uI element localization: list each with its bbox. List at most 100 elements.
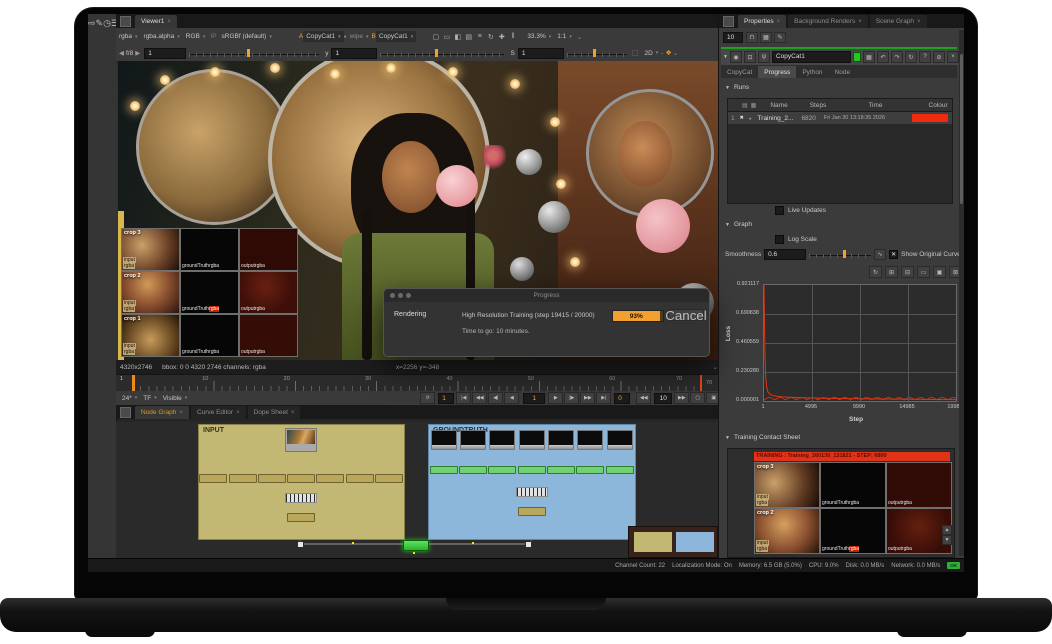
playback-mode-button[interactable]: ⟳ bbox=[420, 392, 435, 404]
cancel-button[interactable]: Cancel bbox=[668, 309, 704, 321]
grade-node-groundtruth-3[interactable] bbox=[488, 466, 516, 474]
frame-y-icon[interactable]: ▣ bbox=[933, 266, 946, 278]
grid-runs-icon[interactable]: ▦ bbox=[751, 102, 757, 109]
sort-runs-icon[interactable]: ▤ bbox=[742, 102, 748, 109]
show-original-checkbox[interactable]: ✕ bbox=[889, 250, 898, 259]
frame-dec-button[interactable]: ◀◀ bbox=[636, 392, 651, 404]
scroll-down-button[interactable]: ▼ bbox=[942, 535, 952, 545]
manage-knobs-icon[interactable]: ▦ bbox=[863, 51, 875, 63]
output-node-groundtruth[interactable] bbox=[518, 507, 546, 516]
read-node-groundtruth-2[interactable] bbox=[460, 430, 486, 450]
input-a-select[interactable]: CopyCat1 bbox=[303, 31, 343, 42]
play-backward-button[interactable]: ◀ bbox=[504, 392, 519, 404]
zoom-out-icon[interactable]: ⊟ bbox=[901, 266, 914, 278]
proxy-toggle-icon[interactable]: ▢ bbox=[690, 392, 705, 404]
marquee-select-icon[interactable]: ⬚ bbox=[632, 49, 639, 57]
crop-node-input-4[interactable] bbox=[287, 474, 315, 483]
range-end-marker[interactable] bbox=[700, 375, 702, 392]
run-row[interactable]: 1 ✖ ● Training_2... 6820 Fri Jan 30 13:1… bbox=[728, 112, 952, 124]
runs-col-steps[interactable]: Steps bbox=[810, 102, 827, 109]
goto-start-button[interactable]: |◀ bbox=[456, 392, 471, 404]
runs-section-header[interactable]: Runs bbox=[725, 84, 749, 91]
image-node-icon[interactable]: ⇨ bbox=[88, 18, 96, 28]
zoom-select[interactable]: 33.3% bbox=[524, 31, 554, 42]
collapse2-icon[interactable]: ⌄ bbox=[673, 49, 678, 57]
tab-background-renders[interactable]: Background Renders × bbox=[788, 15, 868, 28]
tab-copycat[interactable]: CopyCat bbox=[721, 66, 758, 78]
prev-view-icon[interactable]: ◀ bbox=[119, 49, 124, 57]
close-icon[interactable]: × bbox=[291, 410, 295, 416]
crop-node-input-7[interactable] bbox=[375, 474, 403, 483]
grade-node-groundtruth-1[interactable] bbox=[430, 466, 458, 474]
help-icon[interactable]: ? bbox=[919, 51, 931, 63]
revert-icon[interactable]: ↻ bbox=[905, 51, 917, 63]
read-node-groundtruth-7[interactable] bbox=[607, 430, 633, 450]
expand-panel-icon[interactable]: ▦ bbox=[760, 32, 772, 43]
window-control-dots[interactable] bbox=[390, 293, 411, 298]
gain-field[interactable]: 1 bbox=[144, 48, 186, 59]
graph-section-header[interactable]: Graph bbox=[725, 221, 752, 228]
appendclip-node-groundtruth[interactable] bbox=[516, 487, 548, 497]
tab-properties[interactable]: Properties × bbox=[738, 15, 786, 28]
draw-node-icon[interactable]: ✎ bbox=[96, 18, 104, 28]
node-name-field[interactable]: CopyCat1 bbox=[772, 51, 851, 63]
close-icon[interactable]: × bbox=[179, 410, 183, 416]
pane-menu-icon[interactable] bbox=[120, 16, 131, 27]
refresh-icon[interactable]: ↻ bbox=[485, 32, 496, 42]
smoothness-field[interactable]: 0.6 bbox=[764, 249, 806, 260]
sat-slider[interactable] bbox=[567, 48, 627, 59]
dot-node-right[interactable] bbox=[525, 541, 532, 548]
smoothness-slider[interactable] bbox=[809, 249, 871, 260]
appendclip-node-input[interactable] bbox=[285, 493, 317, 503]
runs-col-time[interactable]: Time bbox=[868, 102, 882, 109]
scroll-up-button[interactable]: ▲ bbox=[942, 525, 952, 535]
close-icon[interactable]: × bbox=[167, 19, 171, 25]
tab-node-graph[interactable]: Node Graph × bbox=[135, 406, 189, 419]
runs-col-colour[interactable]: Colour bbox=[929, 102, 948, 109]
step-forward-button[interactable]: |▶ bbox=[564, 392, 579, 404]
live-updates-checkbox[interactable] bbox=[775, 206, 784, 215]
fps-select[interactable]: 24* bbox=[119, 393, 140, 404]
grade-node-groundtruth-5[interactable] bbox=[547, 466, 575, 474]
close-icon[interactable]: × bbox=[777, 19, 781, 25]
crop-node-input-6[interactable] bbox=[346, 474, 374, 483]
wipe-select[interactable]: wipe bbox=[347, 31, 372, 42]
prev-keyframe-button[interactable]: ◀◀ bbox=[472, 392, 487, 404]
proxy-ratio-select[interactable]: 1:1 bbox=[554, 31, 575, 42]
display-style2-icon[interactable]: ▭ bbox=[441, 32, 452, 42]
read-node-groundtruth-4[interactable] bbox=[519, 430, 545, 450]
edit-panel-icon[interactable]: ✎ bbox=[774, 32, 786, 43]
display-style-icon[interactable]: ▢ bbox=[430, 32, 441, 42]
tab-scene-graph[interactable]: Scene Graph × bbox=[870, 15, 927, 28]
redo-icon[interactable]: ↷ bbox=[891, 51, 903, 63]
curve-toggle-button[interactable]: ∿ bbox=[874, 249, 886, 260]
pause-icon[interactable]: ‖ bbox=[507, 32, 518, 42]
minus-icon[interactable]: - bbox=[661, 50, 663, 57]
input-b-select[interactable]: CopyCat1 bbox=[376, 31, 416, 42]
tab-python[interactable]: Python bbox=[796, 66, 828, 78]
float-panel-icon[interactable]: ⊡ bbox=[744, 51, 756, 63]
channel-select[interactable]: RGB bbox=[183, 31, 209, 42]
out-point-field[interactable]: 0 bbox=[614, 393, 630, 404]
ip-toggle[interactable]: IP bbox=[210, 33, 216, 40]
roi-icon[interactable]: ✚ bbox=[496, 32, 507, 42]
loss-chart[interactable]: Loss 0.9211170.6908380.4605590.2302800.0… bbox=[721, 280, 963, 430]
training-contact-sheet[interactable]: TRAINING : Training_260130_131821 - STEP… bbox=[727, 448, 955, 558]
delete-run-icon[interactable]: ✖ bbox=[740, 115, 744, 121]
checker-icon[interactable]: ▤ bbox=[463, 32, 474, 42]
tf-select[interactable]: TF bbox=[140, 393, 159, 404]
time-node-icon[interactable]: ◷ bbox=[103, 18, 111, 28]
pane-menu-icon[interactable] bbox=[723, 16, 734, 27]
read-node-groundtruth-5[interactable] bbox=[548, 430, 574, 450]
stack-mode-icon[interactable]: ≡ bbox=[474, 32, 485, 42]
view-mode-select[interactable]: 2D bbox=[641, 48, 661, 59]
sat-field[interactable]: 1 bbox=[518, 48, 564, 59]
pane-menu-icon[interactable] bbox=[120, 407, 131, 418]
lut-select[interactable]: sRGBf (default) bbox=[219, 31, 275, 42]
collapse-icon[interactable]: ⌄ bbox=[577, 33, 582, 41]
grade-node-groundtruth-2[interactable] bbox=[459, 466, 487, 474]
playhead[interactable] bbox=[132, 375, 135, 392]
frame-inc-button[interactable]: ▶▶ bbox=[674, 392, 689, 404]
panel-scrollbar[interactable] bbox=[959, 30, 964, 556]
crop-node-input-1[interactable] bbox=[199, 474, 227, 483]
